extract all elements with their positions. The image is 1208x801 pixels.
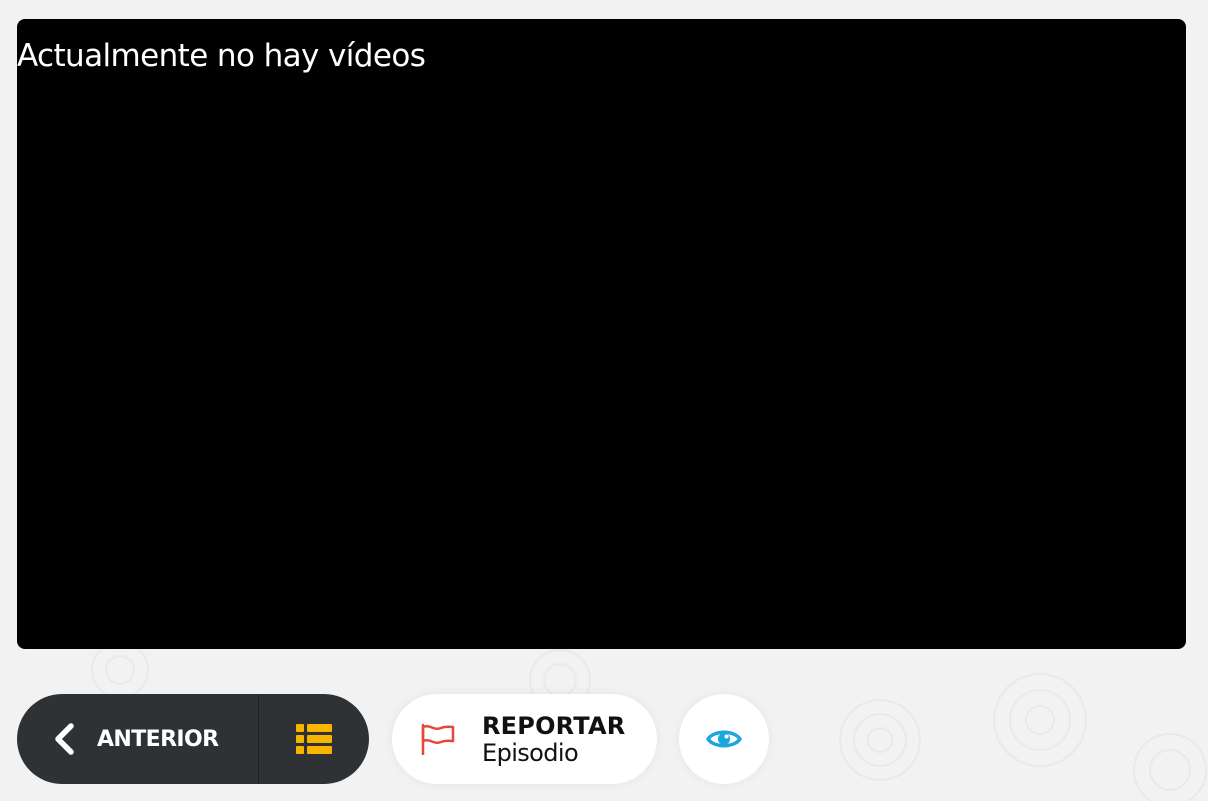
eye-icon	[706, 730, 742, 748]
watch-status-button[interactable]	[679, 694, 769, 784]
video-player[interactable]: Actualmente no hay vídeos	[17, 19, 1186, 649]
episode-navigation: ANTERIOR	[17, 694, 369, 784]
previous-label: ANTERIOR	[97, 726, 219, 752]
episode-list-button[interactable]	[259, 694, 369, 784]
report-text: REPORTAR Episodio	[482, 714, 625, 765]
report-episode-button[interactable]: REPORTAR Episodio	[392, 694, 657, 784]
previous-button[interactable]: ANTERIOR	[17, 694, 258, 784]
flag-icon	[421, 723, 455, 755]
chevron-left-icon	[55, 723, 74, 755]
list-icon	[296, 724, 332, 754]
report-subtitle: Episodio	[482, 738, 579, 767]
no-videos-message: Actualmente no hay vídeos	[17, 38, 426, 74]
report-title: REPORTAR	[482, 711, 626, 740]
